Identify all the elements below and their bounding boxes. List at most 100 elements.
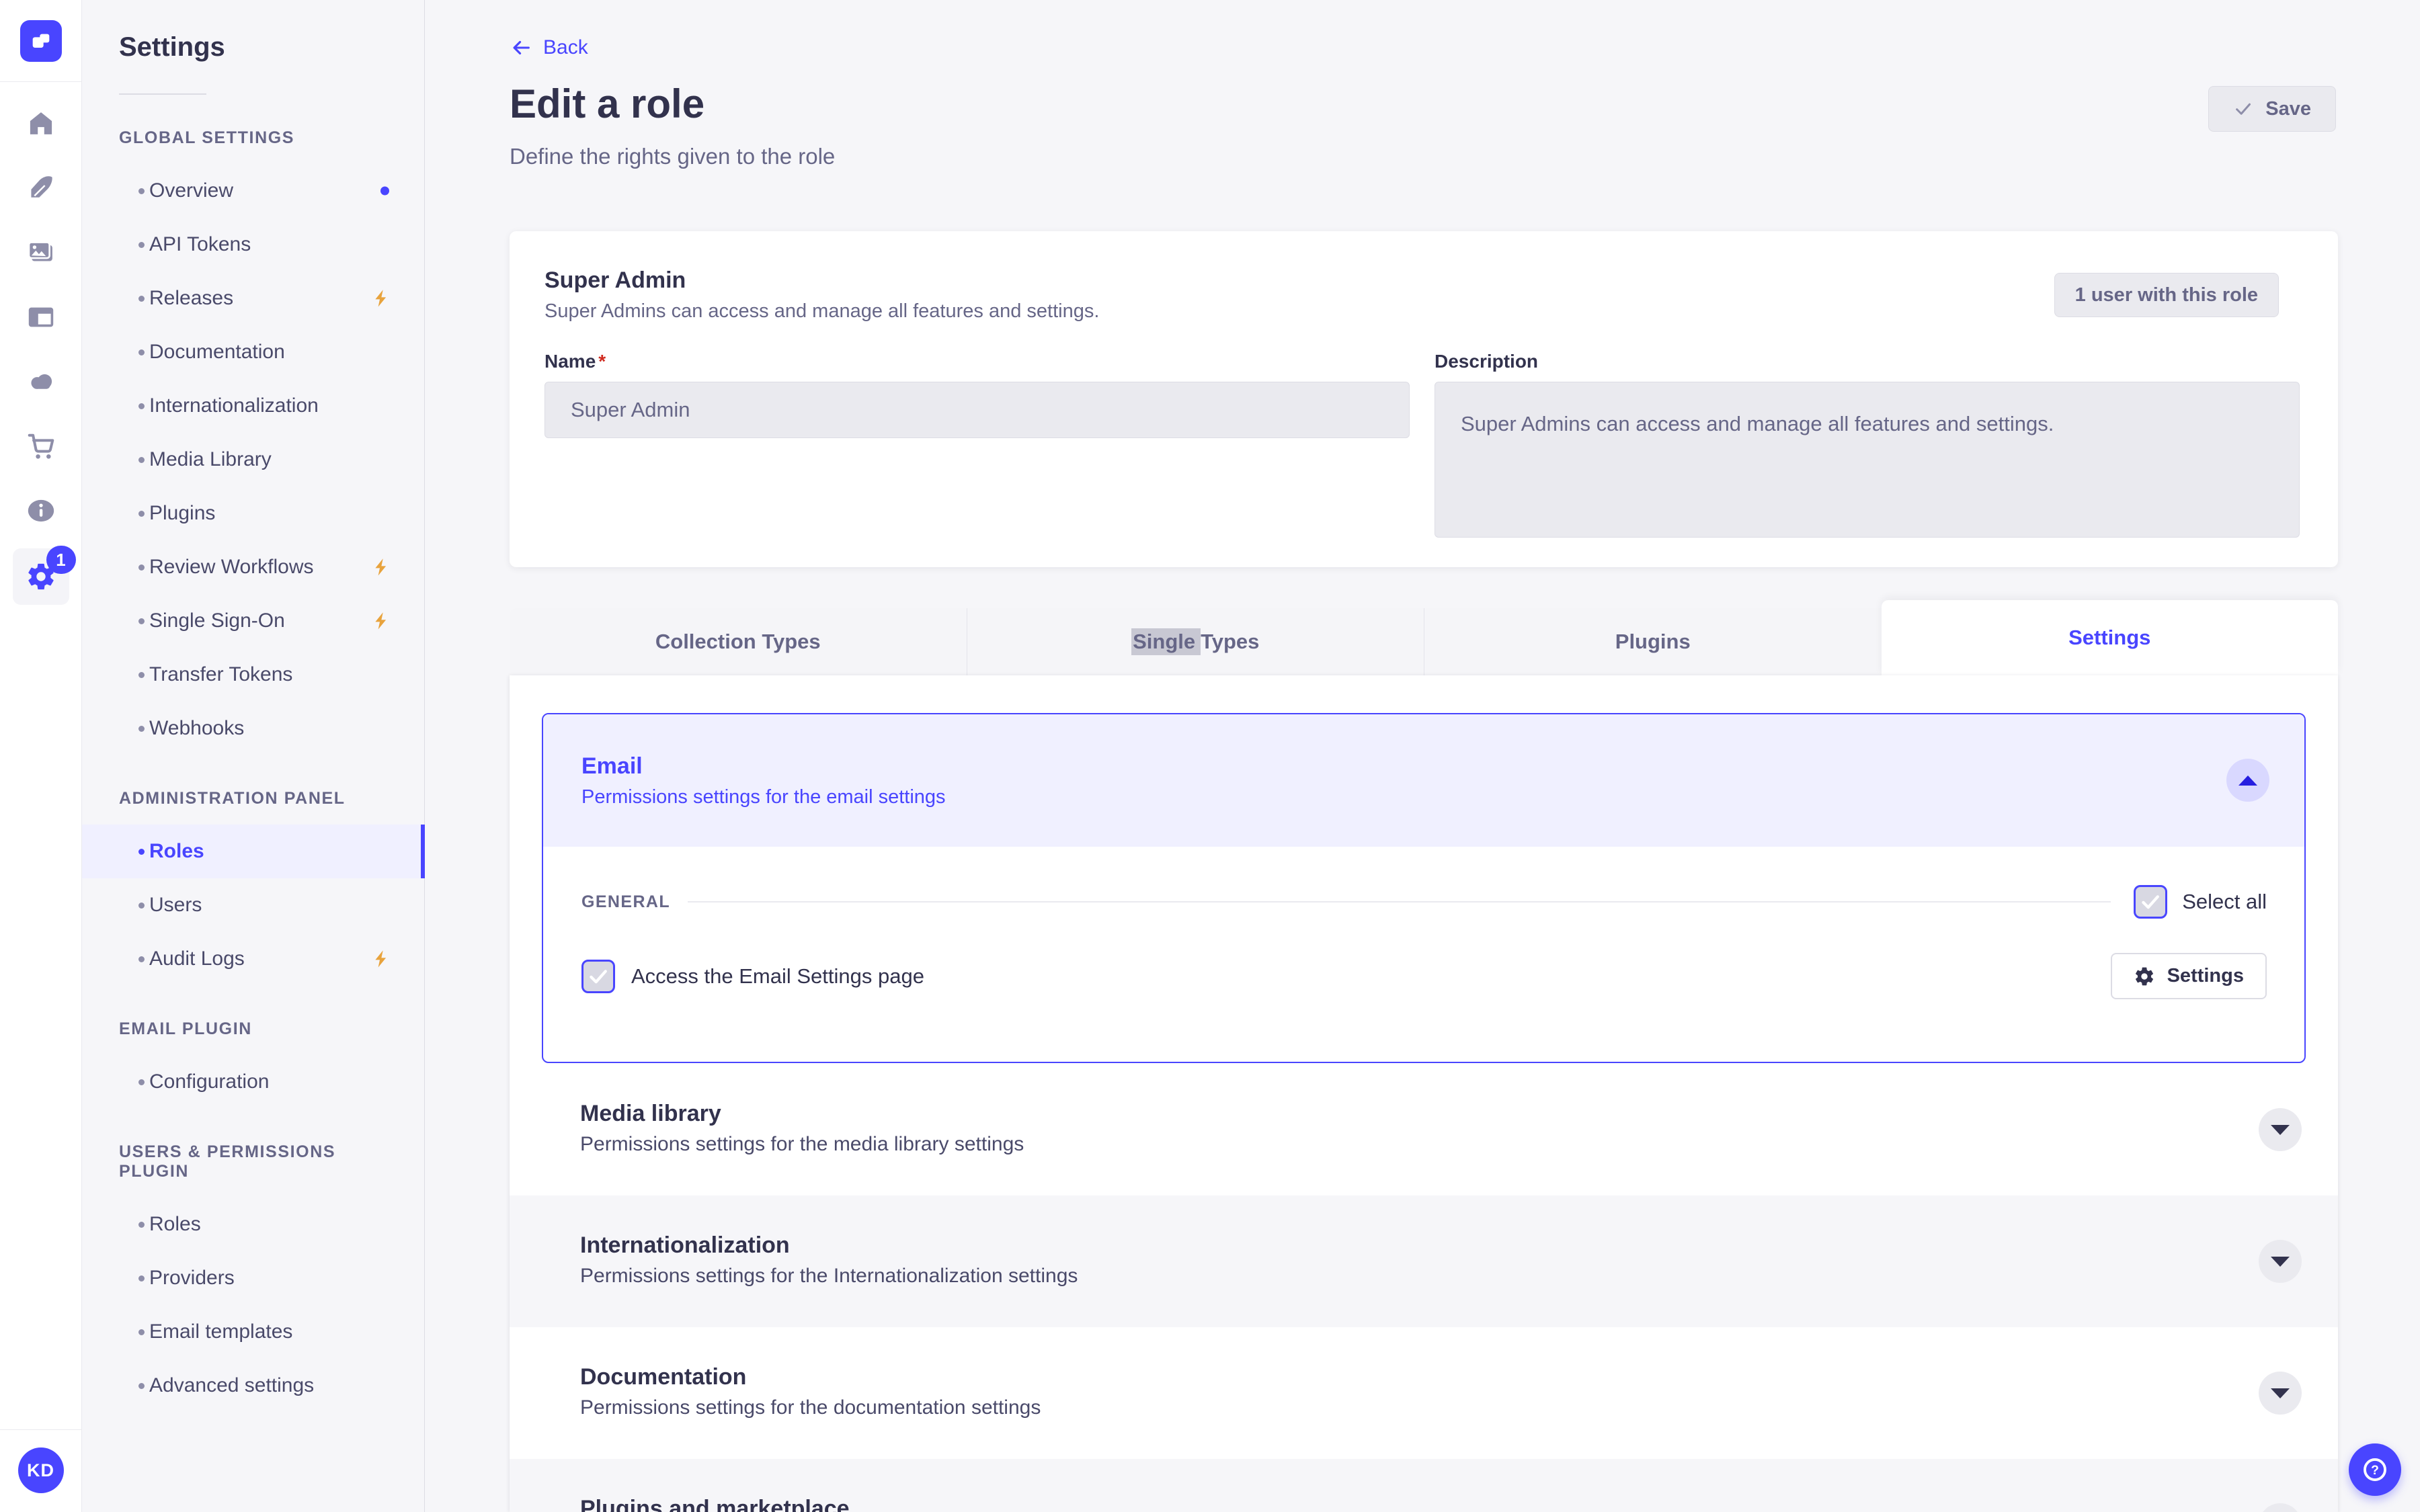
expand-button[interactable] [2259, 1240, 2302, 1283]
rail-item-cloud[interactable] [9, 351, 73, 415]
tab-settings[interactable]: Settings [1881, 600, 2338, 675]
rail-item-home[interactable] [9, 93, 73, 157]
expand-button[interactable] [2259, 1372, 2302, 1415]
sidebar-item-label: Audit Logs [149, 948, 245, 970]
strapi-admin-screen: 1 KD Settings GLOBAL SETTINGS Overview API… [0, 0, 2420, 1512]
sidebar-item-email-templates[interactable]: Email templates [82, 1305, 424, 1359]
sidebar-item-transfer-tokens[interactable]: Transfer Tokens [82, 648, 424, 702]
name-label-text: Name [544, 351, 596, 372]
bullet-icon [138, 618, 145, 624]
rail-item-feather[interactable] [9, 157, 73, 222]
sidebar-item-users[interactable]: Users [82, 878, 424, 932]
permission-row-plugins-and-marketplace[interactable]: Plugins and marketplace [510, 1459, 2338, 1512]
tab-bar: Collection Types Single Types Plugins Setti… [510, 600, 2338, 675]
arrow-left-icon [513, 40, 530, 55]
update-dot-icon [380, 186, 389, 196]
gear-icon [2135, 967, 2153, 985]
save-button[interactable]: Save [2208, 86, 2336, 132]
strapi-logo[interactable] [19, 19, 62, 62]
check-icon [2236, 103, 2251, 115]
rail-item-info[interactable] [9, 480, 73, 544]
collapse-button[interactable] [2226, 759, 2269, 802]
select-all-checkbox[interactable] [2134, 885, 2168, 919]
email-settings-button-label: Settings [2167, 965, 2244, 986]
bullet-icon [138, 1329, 145, 1335]
bullet-icon [138, 403, 145, 409]
required-asterisk: * [598, 351, 606, 372]
bullet-icon [138, 902, 145, 909]
name-field[interactable]: Super Admin [544, 382, 1410, 438]
sidebar-item-label: API Tokens [149, 233, 251, 255]
layout-icon [26, 302, 56, 336]
sidebar-item-label: Roles [149, 840, 204, 862]
help-button[interactable]: ? [2349, 1443, 2401, 1496]
sidebar-item-webhooks[interactable]: Webhooks [82, 702, 424, 755]
email-accordion-title: Email [581, 753, 643, 779]
cart-icon [26, 431, 56, 465]
sidebar-item-roles[interactable]: Roles [82, 825, 425, 878]
bullet-icon [138, 349, 145, 355]
bullet-icon [138, 510, 145, 517]
access-setting-control: Access the Email Settings page [581, 959, 924, 993]
sidebar-item-single-sign-on[interactable]: Single Sign-On [82, 594, 424, 648]
sidebar-item-label: Media Library [149, 448, 272, 470]
sidebar-item-label: Configuration [149, 1070, 270, 1093]
sidebar-item-advanced-settings[interactable]: Advanced settings [82, 1359, 424, 1413]
expand-button[interactable] [2259, 1108, 2302, 1151]
sidebar-item-configuration[interactable]: Configuration [82, 1055, 424, 1109]
back-link[interactable]: Back [510, 36, 588, 59]
tab-plugins[interactable]: Plugins [1424, 608, 1882, 675]
feather-icon [26, 173, 56, 207]
email-settings-button[interactable]: Settings [2110, 953, 2267, 999]
sidebar-item-audit-logs[interactable]: Audit Logs [82, 932, 424, 986]
rail-item-cart[interactable] [9, 415, 73, 480]
general-section-label: GENERAL [581, 892, 671, 911]
users-with-role-button[interactable]: 1 user with this role [2054, 273, 2279, 317]
sidebar-item-label: Internationalization [149, 394, 319, 417]
chevron-down-icon [2271, 1256, 2290, 1267]
permission-row-internationalization[interactable]: Internationalization Permissions settings… [510, 1195, 2338, 1327]
rail-item-media[interactable] [9, 222, 73, 286]
back-label: Back [543, 36, 588, 58]
sidebar-section-label-global-settings: GLOBAL SETTINGS [119, 128, 295, 147]
strapi-logo-icon [32, 34, 49, 48]
home-icon [26, 108, 56, 142]
sidebar-item-providers[interactable]: Providers [82, 1251, 424, 1305]
bullet-icon [138, 725, 145, 732]
sidebar-item-review-workflows[interactable]: Review Workflows [82, 540, 424, 594]
sidebar-item-internationalization[interactable]: Internationalization [82, 379, 424, 433]
sidebar-item-roles[interactable]: Roles [82, 1198, 424, 1251]
permission-row-title: Documentation [580, 1364, 747, 1390]
chevron-down-icon [2271, 1388, 2290, 1398]
tab-collection-types[interactable]: Collection Types [510, 608, 967, 675]
role-info-card: Super Admin Super Admins can access and … [510, 231, 2338, 567]
sidebar-item-label: Roles [149, 1213, 201, 1235]
email-accordion-header[interactable]: Email Permissions settings for the email… [543, 714, 2304, 847]
permission-row-subtitle: Permissions settings for the Internation… [580, 1265, 1078, 1287]
settings-tab-panel: Email Permissions settings for the email… [510, 675, 2338, 1512]
sidebar-item-documentation[interactable]: Documentation [82, 325, 424, 379]
sidebar-item-overview[interactable]: Overview [82, 164, 424, 218]
rail-item-settings[interactable]: 1 [9, 544, 76, 609]
sidebar-section-label-email-plugin: EMAIL PLUGIN [119, 1019, 252, 1038]
description-field[interactable]: Super Admins can access and manage all f… [1435, 382, 2300, 538]
access-email-settings-checkbox[interactable] [581, 959, 615, 993]
user-avatar[interactable]: KD [17, 1447, 64, 1493]
tab-single-types[interactable]: Single Types [966, 608, 1424, 675]
sidebar-item-plugins[interactable]: Plugins [82, 487, 424, 540]
permission-row-media-library[interactable]: Media library Permissions settings for th… [510, 1064, 2338, 1195]
settings-sidebar: Settings GLOBAL SETTINGS Overview API Toke… [82, 0, 425, 1512]
sidebar-item-releases[interactable]: Releases [82, 271, 424, 325]
chevron-down-icon [2271, 1124, 2290, 1135]
svg-text:?: ? [2371, 1464, 2379, 1478]
permission-row-documentation[interactable]: Documentation Permissions settings for th… [510, 1327, 2338, 1459]
sidebar-item-api-tokens[interactable]: API Tokens [82, 218, 424, 271]
cloud-icon [26, 366, 56, 401]
bullet-icon [138, 295, 145, 302]
check-icon [2142, 895, 2160, 909]
rail-item-layout[interactable] [9, 286, 73, 351]
sidebar-section-label-administration-panel: ADMINISTRATION PANEL [119, 789, 346, 808]
sidebar-item-media-library[interactable]: Media Library [82, 433, 424, 487]
media-icon [26, 237, 56, 271]
sidebar-item-label: Advanced settings [149, 1374, 315, 1396]
